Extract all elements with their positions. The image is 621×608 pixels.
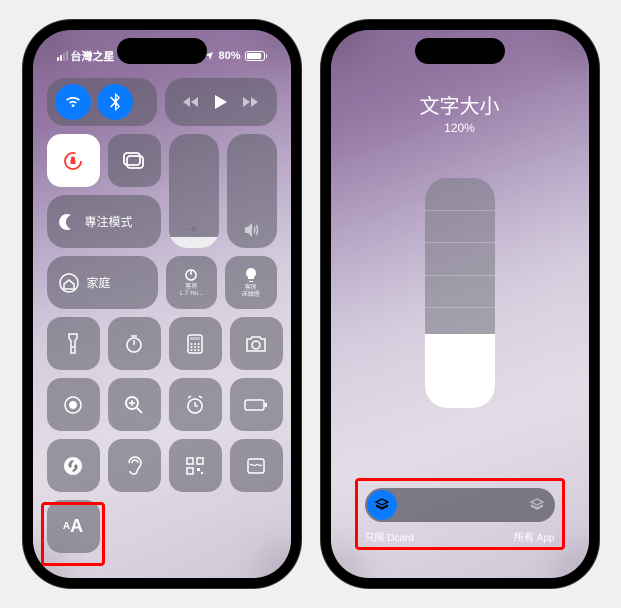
qr-icon bbox=[185, 456, 205, 476]
forward-button[interactable] bbox=[243, 96, 259, 108]
alarm-tile[interactable] bbox=[169, 378, 222, 431]
notes-tile[interactable] bbox=[230, 439, 283, 492]
screen-control-center: 台灣之星 80% bbox=[33, 30, 291, 578]
dynamic-island bbox=[117, 38, 207, 64]
scope-all-apps-option[interactable] bbox=[525, 493, 549, 517]
shazam-icon bbox=[63, 456, 83, 476]
moon-icon bbox=[59, 213, 77, 231]
brightness-slider[interactable] bbox=[169, 134, 219, 248]
record-tile[interactable] bbox=[47, 378, 100, 431]
bulb-icon bbox=[245, 267, 257, 283]
screen-mirroring-icon bbox=[122, 151, 146, 171]
battery-icon bbox=[245, 51, 267, 61]
calculator-tile[interactable] bbox=[169, 317, 222, 370]
home-tile[interactable]: 家庭 bbox=[47, 256, 158, 309]
flashlight-tile[interactable] bbox=[47, 317, 100, 370]
connectivity-group[interactable] bbox=[47, 78, 158, 126]
screen-text-size: 文字大小 120% 只限 Dcard 所有 App bbox=[331, 30, 589, 578]
sun-icon bbox=[185, 220, 203, 238]
layers-icon bbox=[374, 497, 390, 513]
room-tile-1[interactable]: 客房L.T Ho... bbox=[166, 256, 217, 309]
brightness-fill bbox=[169, 237, 219, 248]
timer-icon bbox=[124, 334, 144, 354]
rotation-lock-icon bbox=[61, 149, 85, 173]
rewind-button[interactable] bbox=[183, 96, 199, 108]
camera-icon bbox=[245, 335, 267, 353]
flashlight-icon bbox=[66, 333, 80, 355]
room-tile-2[interactable]: 客房床頭燈 bbox=[225, 256, 276, 309]
text-size-slider[interactable] bbox=[425, 178, 495, 408]
calculator-icon bbox=[187, 334, 203, 354]
text-size-header: 文字大小 120% bbox=[331, 90, 589, 135]
screen-mirroring-tile[interactable] bbox=[108, 134, 161, 187]
record-icon bbox=[63, 395, 83, 415]
power-icon bbox=[184, 268, 198, 282]
media-controls[interactable] bbox=[165, 78, 276, 126]
phone-right: 文字大小 120% 只限 Dcard 所有 App bbox=[321, 20, 599, 588]
bluetooth-toggle[interactable] bbox=[97, 84, 133, 120]
timer-tile[interactable] bbox=[108, 317, 161, 370]
speaker-icon bbox=[243, 222, 261, 238]
scope-all-apps-label: 所有 App bbox=[514, 529, 555, 544]
scope-segment[interactable] bbox=[365, 488, 555, 522]
text-size-percent: 120% bbox=[331, 121, 589, 135]
focus-mode-tile[interactable]: 專注模式 bbox=[47, 195, 161, 248]
phone-left: 台灣之星 80% bbox=[23, 20, 301, 588]
text-size-large-a: A bbox=[70, 516, 83, 537]
home-icon bbox=[59, 273, 79, 293]
shazam-tile[interactable] bbox=[47, 439, 100, 492]
home-label: 家庭 bbox=[87, 274, 111, 291]
hearing-tile[interactable] bbox=[108, 439, 161, 492]
scope-dcard-option[interactable] bbox=[367, 490, 397, 520]
battery-icon bbox=[244, 398, 268, 412]
focus-label: 專注模式 bbox=[85, 213, 133, 230]
camera-tile[interactable] bbox=[230, 317, 283, 370]
magnifier-tile[interactable] bbox=[108, 378, 161, 431]
rotation-lock-tile[interactable] bbox=[47, 134, 100, 187]
dynamic-island bbox=[415, 38, 505, 64]
wifi-toggle[interactable] bbox=[55, 84, 91, 120]
carrier-label: 台灣之星 bbox=[71, 48, 115, 64]
text-size-slider-fill bbox=[425, 334, 495, 408]
wifi-icon bbox=[64, 95, 82, 109]
text-size-tile[interactable]: AA bbox=[47, 500, 100, 553]
low-power-tile[interactable] bbox=[230, 378, 283, 431]
alarm-icon bbox=[185, 395, 205, 415]
text-size-title: 文字大小 bbox=[331, 90, 589, 119]
layers-icon bbox=[529, 497, 545, 513]
battery-pct: 80% bbox=[218, 50, 240, 62]
play-button[interactable] bbox=[215, 95, 227, 109]
ear-icon bbox=[125, 455, 143, 477]
notes-icon bbox=[246, 457, 266, 475]
scope-dcard-label: 只限 Dcard bbox=[365, 529, 414, 544]
volume-slider[interactable] bbox=[227, 134, 277, 248]
signal-icon bbox=[57, 51, 68, 61]
magnifier-icon bbox=[124, 395, 144, 415]
text-size-small-a: A bbox=[63, 521, 70, 532]
qr-code-tile[interactable] bbox=[169, 439, 222, 492]
bluetooth-icon bbox=[109, 93, 121, 111]
